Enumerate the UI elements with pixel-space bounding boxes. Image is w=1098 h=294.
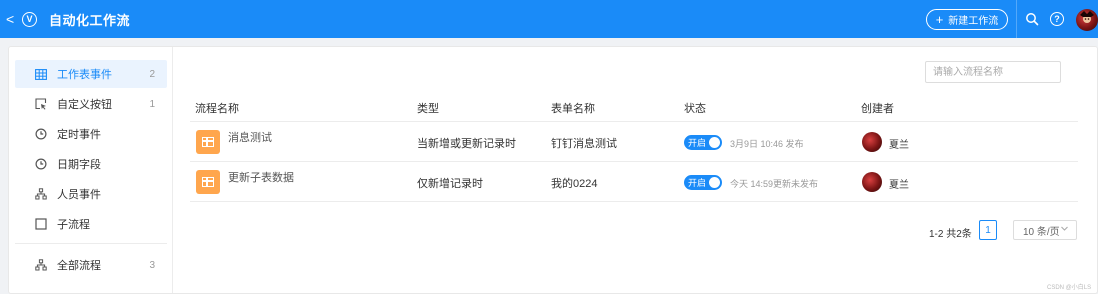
flow-name[interactable]: 更新子表数据 [228,169,294,185]
sidebar-item-member-events[interactable]: 人员事件 [15,180,167,208]
status-text: 3月9日 10:46 发布 [730,139,804,149]
search-input[interactable] [925,61,1061,83]
org-icon [35,259,47,271]
sidebar-item-label: 自定义按钮 [57,99,112,111]
page-size-select[interactable]: 10 条/页 [1013,220,1077,240]
plus-icon: + [935,12,944,27]
page-number-button[interactable]: 1 [979,220,997,240]
sidebar-item-count: 1 [149,98,155,110]
back-arrow-icon[interactable]: < [6,11,20,27]
sidebar-item-label: 子流程 [57,219,90,231]
help-icon[interactable]: ? [1049,11,1065,27]
flow-type: 当新增或更新记录时 [417,138,516,150]
search-icon[interactable] [1024,11,1040,27]
sidebar-item-label: 日期字段 [57,159,101,171]
column-header-name: 流程名称 [195,103,239,115]
new-workflow-button[interactable]: + 新建工作流 [926,9,1008,30]
header-divider [1016,0,1017,38]
column-header-creator: 创建者 [861,103,894,115]
sidebar-item-sheet-events[interactable]: 工作表事件 2 [15,60,167,88]
sidebar: 工作表事件 2 自定义按钮 1 定时事件 日期字段 人员事件 子流程 全部流程 … [9,47,173,293]
column-header-type: 类型 [417,103,439,115]
sidebar-item-label: 工作表事件 [57,69,112,81]
sidebar-item-custom-button[interactable]: 自定义按钮 1 [15,90,167,118]
sidebar-item-count: 2 [149,68,155,80]
sidebar-item-all-flows[interactable]: 全部流程 3 [15,251,167,279]
flow-type: 仅新增记录时 [417,178,483,190]
clock-icon [35,158,47,170]
creator-avatar [862,132,882,152]
column-header-form: 表单名称 [551,103,595,115]
column-header-status: 状态 [684,103,706,115]
flow-form: 钉钉消息测试 [551,138,617,150]
sidebar-item-count: 3 [149,259,155,271]
table-icon [35,68,47,80]
workflow-table-icon [196,170,220,194]
new-workflow-label: 新建工作流 [948,16,999,27]
workflow-table-icon [196,130,220,154]
status-toggle[interactable]: 开启 [684,175,722,190]
sidebar-item-label: 全部流程 [57,260,101,272]
creator-avatar [862,172,882,192]
app-logo-icon: V [22,11,37,27]
clock-icon [35,128,47,140]
sidebar-item-label: 人员事件 [57,189,101,201]
user-avatar[interactable] [1076,9,1098,31]
toggle-knob [709,137,720,148]
sidebar-item-date-field[interactable]: 日期字段 [15,150,167,178]
status-toggle[interactable]: 开启 [684,135,722,150]
cursor-button-icon [35,98,47,110]
content-panel: 工作表事件 2 自定义按钮 1 定时事件 日期字段 人员事件 子流程 全部流程 … [8,46,1098,294]
sidebar-divider [15,243,167,244]
toggle-label: 开启 [688,138,707,148]
flow-name[interactable]: 消息测试 [228,129,272,145]
flow-form: 我的0224 [551,178,598,190]
org-icon [35,188,47,200]
creator-name: 夏兰 [889,180,909,191]
toggle-label: 开启 [688,178,707,188]
status-text: 今天 14:59更新未发布 [730,179,819,189]
creator-name: 夏兰 [889,140,909,151]
help-glyph: ? [1050,12,1064,26]
sidebar-item-subprocess[interactable]: 子流程 [15,210,167,238]
toggle-knob [709,177,720,188]
watermark: CSDN @小白LS [1047,285,1092,291]
table-row[interactable]: 消息测试 当新增或更新记录时 钉钉消息测试 开启 3月9日 10:46 发布 夏… [190,122,1078,162]
sidebar-item-timer-events[interactable]: 定时事件 [15,120,167,148]
chevron-down-icon [1060,224,1069,235]
pagination-total: 1-2 共2条 [929,229,972,240]
square-icon [35,218,47,230]
top-bar: < V 自动化工作流 + 新建工作流 ? [0,0,1098,38]
sidebar-item-label: 定时事件 [57,129,101,141]
page-title: 自动化工作流 [49,12,131,28]
page-size-value: 10 条/页 [1023,226,1060,238]
table-row[interactable]: 更新子表数据 仅新增记录时 我的0224 开启 今天 14:59更新未发布 夏兰 [190,162,1078,202]
